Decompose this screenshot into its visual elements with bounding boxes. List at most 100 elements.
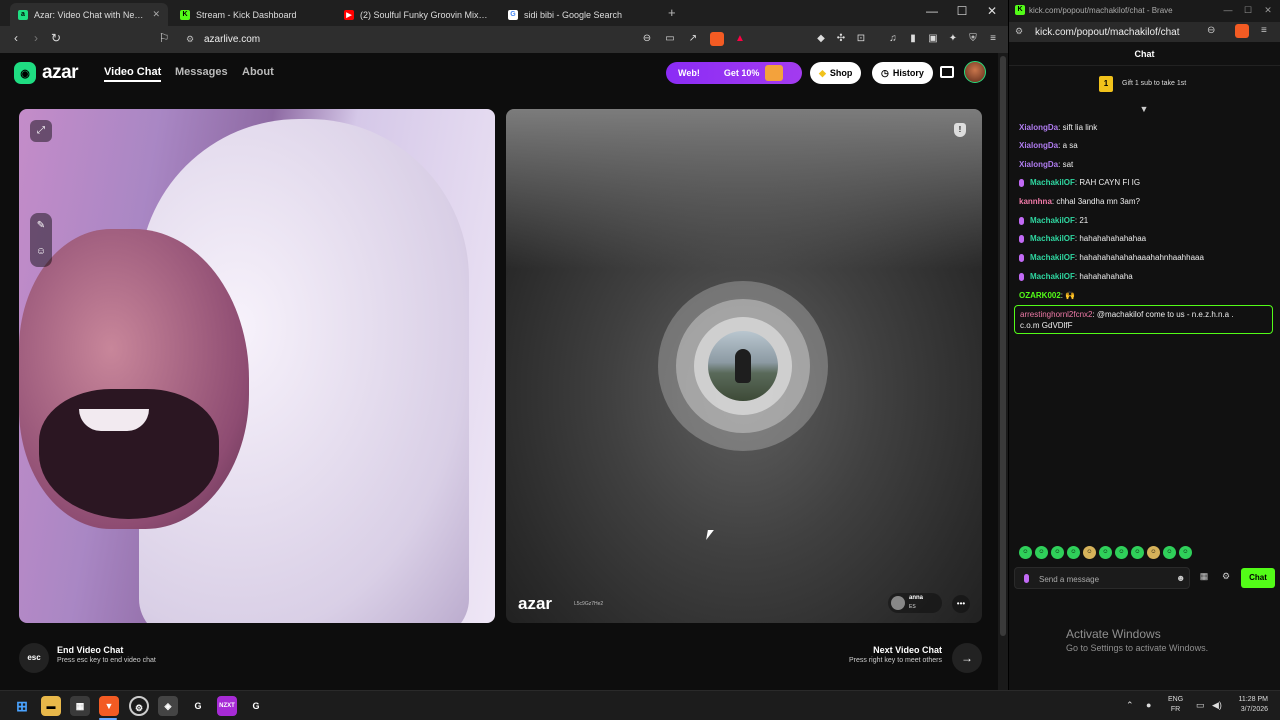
nzxt-icon[interactable]: NZXT: [217, 696, 237, 716]
brave-shields-icon[interactable]: [1235, 24, 1249, 38]
forward-icon[interactable]: ›: [28, 31, 44, 45]
inbox-icon[interactable]: [940, 66, 954, 78]
nav-video-chat[interactable]: Video Chat: [104, 66, 162, 82]
expand-icon[interactable]: ⤢: [30, 120, 52, 142]
chat-username[interactable]: arrestinghornl2fcnx2: [1020, 310, 1092, 319]
sidebar-icon[interactable]: ▮: [906, 32, 920, 46]
g-hub-icon-2[interactable]: G: [246, 696, 266, 716]
nav-about[interactable]: About: [242, 66, 274, 78]
chat-username[interactable]: XialongDa: [1019, 160, 1058, 169]
close-icon[interactable]: ✕: [152, 9, 160, 20]
tab-azar[interactable]: a Azar: Video Chat with New Pe ✕: [10, 3, 168, 26]
emote-icon[interactable]: ☺: [1115, 546, 1128, 559]
chat-username[interactable]: MachakilOF: [1030, 272, 1075, 281]
mic-icon[interactable]: [1024, 574, 1029, 583]
brave-shields-icon[interactable]: [710, 32, 724, 46]
new-tab-button[interactable]: +: [668, 5, 676, 20]
next-chat-button[interactable]: →: [952, 643, 982, 673]
windows-start-icon[interactable]: ⊞: [12, 696, 32, 716]
chat-username[interactable]: MachakilOF: [1030, 253, 1075, 262]
chat-username[interactable]: MachakilOF: [1030, 234, 1075, 243]
report-shield-icon[interactable]: !: [954, 123, 966, 137]
send-chat-button[interactable]: Chat: [1241, 568, 1275, 588]
nav-messages[interactable]: Messages: [175, 66, 228, 78]
share-icon[interactable]: ↗: [686, 32, 700, 46]
tab-youtube[interactable]: ▶ (2) Soulful Funky Groovin Mix - F: [336, 3, 496, 26]
chat-username[interactable]: MachakilOF: [1030, 216, 1075, 225]
chat-username[interactable]: MachakilOF: [1030, 178, 1075, 187]
chevron-up-icon[interactable]: ⌃: [1126, 700, 1134, 711]
site-info-icon[interactable]: ⚙: [1015, 26, 1023, 37]
emote-icon[interactable]: ☺: [1147, 546, 1160, 559]
emote-icon[interactable]: ☺: [1099, 546, 1112, 559]
steam-icon[interactable]: ⚙: [129, 696, 149, 716]
pin-icon[interactable]: ▼: [1139, 104, 1149, 114]
web-promo-banner[interactable]: Web! Get 10%: [666, 62, 802, 84]
language-indicator[interactable]: ENG FR: [1168, 695, 1183, 715]
magic-wand-icon[interactable]: ✎: [30, 215, 52, 237]
menu-icon[interactable]: ≡: [1261, 25, 1267, 36]
store-icon[interactable]: ▦: [70, 696, 90, 716]
gift-leaderboard[interactable]: 1 Gift 1 sub to take 1st: [1009, 74, 1280, 94]
shield-icon[interactable]: ⛨: [966, 32, 980, 46]
maximize-button[interactable]: ☐: [1241, 5, 1255, 16]
media-icon[interactable]: ♫: [886, 32, 900, 46]
brave-rewards-icon[interactable]: ▲: [733, 32, 747, 46]
emote-icon[interactable]: ☺: [1131, 546, 1144, 559]
emote-icon[interactable]: ☺: [1019, 546, 1032, 559]
end-chat-button[interactable]: esc: [19, 643, 49, 673]
azar-logo[interactable]: ◉ azar: [14, 62, 79, 84]
history-button[interactable]: ◷ History: [872, 62, 933, 84]
minimize-button[interactable]: —: [1221, 5, 1235, 15]
leo-icon[interactable]: ✦: [946, 32, 960, 46]
emote-icon[interactable]: ☺: [1067, 546, 1080, 559]
chat-username[interactable]: OZARK002: [1019, 291, 1061, 300]
chat-username[interactable]: XialongDa: [1019, 123, 1058, 132]
zoom-icon[interactable]: ⊖: [1207, 25, 1215, 36]
emote-icon[interactable]: ☺: [1083, 546, 1096, 559]
g-hub-icon[interactable]: G: [188, 696, 208, 716]
scrollbar-thumb[interactable]: [1000, 56, 1006, 636]
vpn-icon[interactable]: ◆: [814, 32, 828, 46]
site-info-icon[interactable]: ⚙: [186, 31, 194, 48]
brave-browser-icon[interactable]: ▼: [99, 696, 119, 716]
obs-icon[interactable]: ◈: [158, 696, 178, 716]
menu-icon[interactable]: ≡: [986, 32, 1000, 46]
chat-input[interactable]: [1039, 571, 1169, 587]
file-explorer-icon[interactable]: ▬: [41, 696, 61, 716]
reload-icon[interactable]: ↻: [48, 31, 64, 45]
settings-icon[interactable]: ⚙: [1220, 571, 1232, 582]
url-field[interactable]: kick.com/popout/machakilof/chat: [1035, 27, 1180, 38]
url-field[interactable]: ⚙ azarlive.com: [180, 31, 260, 48]
clock[interactable]: 11:28 PM 3/7/2026: [1228, 695, 1268, 715]
gift-icon[interactable]: ▦: [1198, 571, 1210, 582]
chat-username[interactable]: XialongDa: [1019, 141, 1058, 150]
emote-icon[interactable]: ☺: [1051, 546, 1064, 559]
sticker-icon[interactable]: ☺: [30, 241, 52, 263]
emoji-icon[interactable]: ☻: [1176, 573, 1185, 583]
emote-icon[interactable]: ☺: [1179, 546, 1192, 559]
zoom-icon[interactable]: ⊖: [640, 32, 654, 46]
minimize-button[interactable]: —: [922, 4, 942, 18]
back-icon[interactable]: ‹: [8, 31, 24, 45]
chat-bubble-icon[interactable]: •••: [952, 595, 970, 613]
tab-kick-dashboard[interactable]: K Stream - Kick Dashboard: [172, 3, 334, 26]
peer-info[interactable]: anna ES: [888, 593, 942, 613]
volume-icon[interactable]: ◀): [1212, 700, 1222, 711]
close-window-button[interactable]: ✕: [982, 4, 1002, 18]
close-window-button[interactable]: ✕: [1261, 5, 1275, 16]
profile-avatar[interactable]: [964, 61, 986, 83]
emote-icon[interactable]: ☺: [1163, 546, 1176, 559]
chat-username[interactable]: kannhna: [1019, 197, 1052, 206]
tab-google[interactable]: G sidi bibi - Google Search: [500, 3, 662, 26]
network-icon[interactable]: ▭: [1196, 700, 1205, 711]
microphone-icon[interactable]: ●: [1146, 700, 1151, 710]
emote-icon[interactable]: ☺: [1035, 546, 1048, 559]
bookmark-icon[interactable]: ⚐: [156, 31, 172, 45]
extensions-icon[interactable]: ✣: [834, 32, 848, 46]
maximize-button[interactable]: ☐: [952, 4, 972, 18]
cast-icon[interactable]: ▭: [663, 32, 677, 46]
screenshot-icon[interactable]: ⊡: [854, 32, 868, 46]
shop-button[interactable]: ◆ Shop: [810, 62, 862, 84]
wallet-icon[interactable]: ▣: [926, 32, 940, 46]
